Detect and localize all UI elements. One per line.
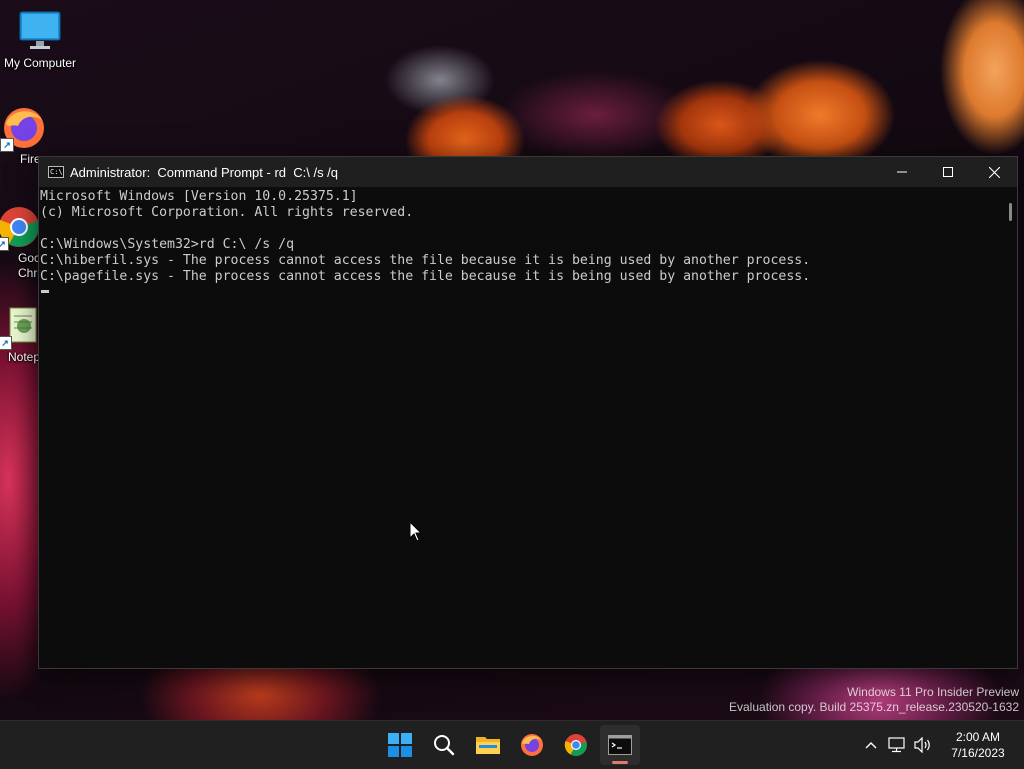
mouse-pointer-icon [409, 520, 423, 547]
chrome-icon: ↗ [0, 205, 41, 251]
chrome-icon [564, 734, 587, 756]
shortcut-arrow-icon: ↗ [0, 336, 12, 350]
search-button[interactable] [424, 725, 464, 765]
terminal-taskbar-button[interactable] [600, 725, 640, 765]
show-hidden-icons-button[interactable] [858, 729, 884, 761]
close-button[interactable] [971, 157, 1017, 187]
watermark-line: Evaluation copy. Build 25375.zn_release.… [729, 700, 1019, 714]
speaker-icon [914, 737, 930, 753]
start-button[interactable] [380, 725, 420, 765]
desktop-icon-label: My Computer [3, 56, 77, 70]
folder-icon [476, 737, 500, 754]
system-tray: 2:00 AM 7/16/2023 [858, 721, 1024, 769]
console-line: Microsoft Windows [Version 10.0.25375.1] [40, 189, 358, 204]
search-icon [434, 735, 455, 756]
shortcut-arrow-icon: ↗ [0, 138, 14, 152]
text-cursor [41, 290, 49, 293]
clock-date: 7/16/2023 [951, 746, 1005, 760]
shortcut-arrow-icon: ↗ [0, 237, 9, 251]
command-prompt-window[interactable]: C:\ Administrator: Command Prompt - rd C… [38, 156, 1018, 669]
active-app-indicator [612, 761, 628, 764]
window-title: Administrator: Command Prompt - rd C:\ /… [70, 164, 339, 180]
watermark-line: Windows 11 Pro Insider Preview [847, 685, 1019, 699]
chrome-taskbar-button[interactable] [556, 725, 596, 765]
network-icon [888, 737, 905, 753]
title-bar[interactable]: C:\ Administrator: Command Prompt - rd C… [39, 157, 1017, 187]
windows-logo-icon [388, 733, 412, 757]
chevron-up-icon [865, 742, 877, 749]
taskbar-apps [380, 721, 640, 769]
desktop-icon-my-computer[interactable]: My Computer [0, 10, 80, 70]
close-icon [988, 166, 1000, 178]
network-button[interactable] [884, 729, 910, 761]
evaluation-watermark: Windows 11 Pro Insider Preview Evaluatio… [729, 685, 1019, 715]
taskbar: 2:00 AM 7/16/2023 [0, 720, 1024, 769]
scrollbar-thumb[interactable] [1009, 203, 1012, 221]
console-line: C:\pagefile.sys - The process cannot acc… [40, 269, 811, 284]
window-controls [879, 157, 1017, 187]
console-line: C:\hiberfil.sys - The process cannot acc… [40, 253, 811, 268]
maximize-icon [943, 167, 953, 177]
console-line: (c) Microsoft Corporation. All rights re… [40, 205, 414, 220]
clock-button[interactable]: 2:00 AM 7/16/2023 [936, 729, 1020, 761]
volume-button[interactable] [910, 729, 936, 761]
file-explorer-button[interactable] [468, 725, 508, 765]
console-output[interactable]: Microsoft Windows [Version 10.0.25375.1]… [39, 187, 1005, 668]
minimize-button[interactable] [879, 157, 925, 187]
monitor-icon [18, 10, 62, 54]
clock-time: 2:00 AM [955, 730, 1001, 744]
minimize-icon [897, 171, 907, 173]
firefox-icon: ↗ [0, 106, 46, 152]
console-line: C:\Windows\System32>rd C:\ /s /q [40, 237, 295, 252]
cmd-icon: C:\ [48, 166, 64, 178]
maximize-button[interactable] [925, 157, 971, 187]
terminal-icon [608, 735, 632, 755]
vertical-scrollbar[interactable] [1005, 187, 1017, 668]
firefox-icon [521, 734, 543, 756]
firefox-taskbar-button[interactable] [512, 725, 552, 765]
